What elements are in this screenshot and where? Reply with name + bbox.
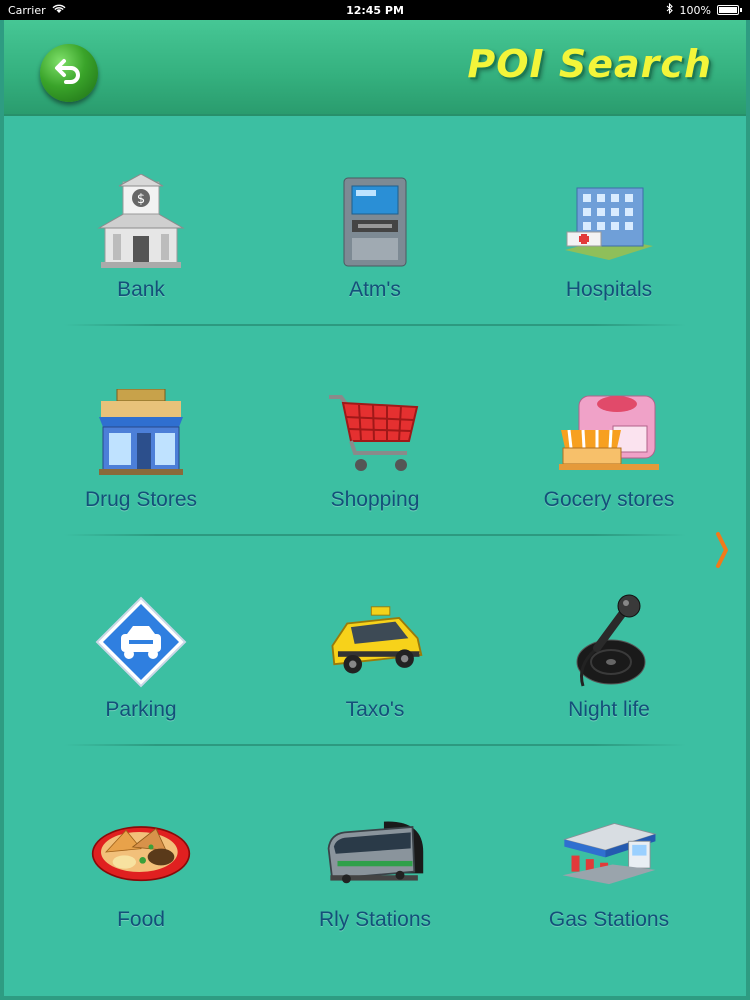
food-icon: [91, 802, 191, 902]
category-label: Bank: [117, 278, 165, 301]
category-row: Drug Stores Shopping Gocery stores: [4, 326, 746, 536]
app-screen: POI Search $ Bank Atm's Hospitals Drug S…: [0, 20, 750, 1000]
status-time: 12:45 PM: [346, 3, 404, 17]
back-arrow-icon: [54, 58, 84, 88]
wifi-icon: [52, 4, 66, 17]
parking-icon: [91, 592, 191, 692]
category-grid: $ Bank Atm's Hospitals Drug Stores Shopp…: [4, 116, 746, 956]
bluetooth-icon: [666, 2, 674, 17]
microphone-icon: [559, 592, 659, 692]
train-icon: [325, 802, 425, 902]
bank-icon: $: [91, 172, 191, 272]
shopping-cart-icon: [325, 382, 425, 482]
category-label: Night life: [568, 698, 650, 721]
taxi-icon: [325, 592, 425, 692]
category-row: Parking Taxo's Night life: [4, 536, 746, 746]
category-hospitals[interactable]: Hospitals: [484, 116, 734, 326]
status-bar: Carrier 12:45 PM 100%: [0, 0, 750, 20]
svg-text:$: $: [137, 192, 145, 207]
category-label: Taxo's: [345, 698, 405, 721]
category-label: Rly Stations: [318, 908, 432, 931]
header-bar: POI Search: [4, 20, 746, 116]
hospital-icon: [559, 172, 659, 272]
category-drug-stores[interactable]: Drug Stores: [16, 326, 266, 536]
battery-icon: [717, 5, 739, 15]
gas-station-icon: [559, 802, 659, 902]
category-label: Shopping: [330, 488, 420, 511]
category-taxis[interactable]: Taxo's: [250, 536, 500, 746]
category-rly-stations[interactable]: Rly Stations: [250, 746, 500, 956]
battery-tip: [740, 8, 742, 12]
category-parking[interactable]: Parking: [16, 536, 266, 746]
carrier-label: Carrier: [8, 3, 46, 17]
category-row: $ Bank Atm's Hospitals: [4, 116, 746, 326]
category-shopping[interactable]: Shopping: [250, 326, 500, 536]
category-atm[interactable]: Atm's: [250, 116, 500, 326]
category-label: Gas Stations: [548, 908, 670, 931]
drug-store-icon: [91, 382, 191, 482]
category-gas-stations[interactable]: Gas Stations: [484, 746, 734, 956]
category-label: Drug Stores: [84, 488, 198, 511]
category-label: Hospitals: [565, 278, 653, 301]
next-page-button[interactable]: [712, 532, 732, 572]
category-row: Food Rly Stations Gas Stations: [4, 746, 746, 956]
category-bank[interactable]: $ Bank: [16, 116, 266, 326]
chevron-right-icon: [715, 532, 729, 572]
category-label: Parking: [105, 698, 177, 721]
grocery-store-icon: [559, 382, 659, 482]
category-label: Atm's: [349, 278, 401, 301]
category-night-life[interactable]: Night life: [484, 536, 734, 746]
category-label: Food: [117, 908, 165, 931]
atm-icon: [325, 172, 425, 272]
category-food[interactable]: Food: [16, 746, 266, 956]
back-button[interactable]: [40, 44, 98, 102]
page-title: POI Search: [467, 42, 712, 86]
category-grocery-stores[interactable]: Gocery stores: [484, 326, 734, 536]
category-label: Gocery stores: [543, 488, 675, 511]
battery-percent: 100%: [679, 3, 711, 17]
